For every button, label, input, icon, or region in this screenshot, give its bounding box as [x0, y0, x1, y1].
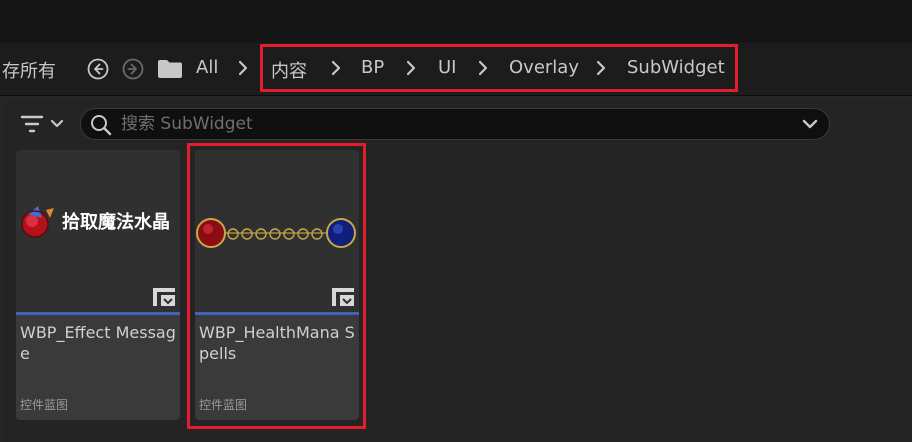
top-toolbar-strip [0, 0, 912, 43]
chevron-right-icon[interactable] [594, 60, 608, 76]
circle-arrow-left-icon [87, 58, 109, 80]
asset-type-accent-bar [195, 312, 359, 315]
asset-type-label: 控件蓝图 [20, 398, 69, 412]
breadcrumb-item-bp[interactable]: BP [361, 57, 384, 78]
crystal-potion-icon [21, 206, 54, 238]
breadcrumb-item-subwidget[interactable]: SubWidget [627, 57, 725, 78]
widget-blueprint-icon [331, 286, 355, 308]
folder-icon[interactable] [157, 59, 183, 79]
chevron-right-icon[interactable] [236, 60, 250, 76]
health-mana-bar-preview [196, 218, 356, 248]
thumbnail-text: 拾取魔法水晶 [62, 212, 170, 233]
widget-blueprint-icon [152, 286, 176, 308]
path-bar: 存所有 All 内容 BP UI Overlay SubWidget [0, 43, 912, 96]
asset-tile-effect-message[interactable]: 拾取魔法水晶 WBP_Effect Message 控件蓝图 [16, 150, 180, 420]
forward-button[interactable] [122, 58, 144, 80]
save-all-button[interactable]: 存所有 [2, 57, 56, 83]
asset-type-label: 控件蓝图 [199, 398, 248, 412]
filter-icon [20, 115, 64, 133]
asset-name: WBP_Effect Message [20, 323, 176, 363]
breadcrumb-item-content[interactable]: 内容 [271, 57, 307, 83]
chevron-right-icon[interactable] [404, 60, 418, 76]
search-input[interactable] [121, 111, 791, 137]
breadcrumb-all[interactable]: All [196, 57, 218, 78]
asset-name: WBP_HealthMana Spells [199, 323, 355, 363]
chevron-down-icon[interactable] [801, 115, 819, 133]
search-box[interactable] [80, 108, 830, 140]
chevron-right-icon[interactable] [476, 60, 490, 76]
back-button[interactable] [87, 58, 109, 80]
breadcrumb-item-ui[interactable]: UI [438, 57, 456, 78]
chevron-right-icon[interactable] [329, 60, 343, 76]
asset-tile-healthmana-spells[interactable]: WBP_HealthMana Spells 控件蓝图 [195, 150, 359, 420]
filter-button[interactable] [20, 113, 68, 135]
asset-type-accent-bar [16, 312, 180, 315]
breadcrumb-item-overlay[interactable]: Overlay [509, 57, 579, 78]
circle-arrow-right-icon [122, 58, 144, 80]
search-icon [89, 113, 113, 137]
